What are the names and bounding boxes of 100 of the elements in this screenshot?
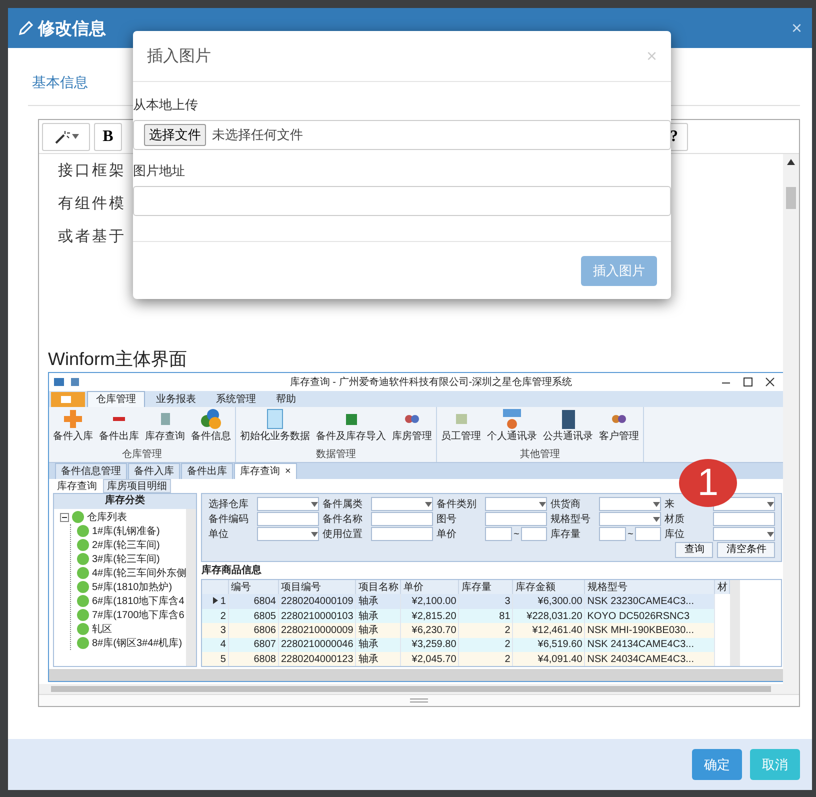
input-field[interactable]	[713, 512, 776, 526]
column-header[interactable]: 库存量	[458, 580, 513, 594]
dropdown-arrow-icon	[311, 502, 318, 507]
plus-icon	[64, 410, 82, 428]
spreadsheet-icon	[346, 414, 356, 425]
collapse-icon[interactable]	[60, 512, 69, 522]
document-tab[interactable]: 备件出库	[181, 463, 233, 480]
app-menu-button[interactable]	[51, 392, 85, 408]
ribbon-button[interactable]: 客户管理	[599, 430, 639, 444]
file-status-text: 未选择任何文件	[212, 126, 303, 144]
tree-item[interactable]: 8#库(钢区3#4#机库)	[77, 636, 186, 650]
input-field[interactable]	[599, 527, 626, 542]
input-field[interactable]	[371, 512, 434, 526]
ribbon-tab[interactable]: 仓库管理	[87, 391, 145, 408]
scrollbar-thumb[interactable]	[786, 187, 796, 210]
column-header[interactable]: 单价	[400, 580, 459, 594]
input-field[interactable]	[521, 527, 548, 542]
filter-label: 图号	[436, 512, 458, 526]
scrollbar[interactable]	[186, 509, 196, 666]
input-field[interactable]	[257, 512, 320, 526]
section-heading: Winform主体界面	[48, 348, 188, 372]
tree-item[interactable]: 4#库(轮三车间外东侧	[77, 566, 186, 580]
sub-tab[interactable]: 库房项目明细	[103, 479, 171, 494]
column-header[interactable]: 材	[714, 580, 730, 594]
filter-label: 库位	[664, 528, 686, 541]
scrollbar[interactable]	[730, 580, 740, 666]
ribbon-button[interactable]: 个人通讯录	[487, 430, 537, 444]
file-field[interactable]: 选择文件 未选择任何文件	[133, 120, 671, 150]
ribbon-button[interactable]: 备件信息	[191, 430, 231, 444]
contact-card-icon	[503, 409, 521, 430]
people-icon	[612, 415, 626, 424]
column-header[interactable]: 库存金额	[512, 580, 585, 594]
ribbon-button[interactable]: 员工管理	[441, 430, 481, 444]
combo-box[interactable]	[599, 512, 662, 526]
ribbon-tab[interactable]: 帮助	[267, 391, 305, 408]
ribbon-button[interactable]: 公共通讯录	[543, 430, 593, 444]
folder-node-icon	[77, 637, 89, 650]
table-cell: ¥4,091.40	[512, 652, 585, 666]
folder-node-icon	[77, 609, 89, 622]
ribbon-button[interactable]: 库房管理	[392, 430, 432, 444]
ribbon-tab[interactable]: 业务报表	[147, 391, 205, 408]
tree-item[interactable]: 3#库(轮三车间)	[77, 552, 186, 566]
input-field[interactable]	[485, 527, 512, 542]
input-field[interactable]	[485, 512, 548, 526]
scrollbar[interactable]	[49, 669, 783, 682]
combo-box[interactable]	[713, 527, 776, 542]
document-tab[interactable]: 备件信息管理	[55, 463, 127, 480]
document-tab[interactable]: 备件入库	[128, 463, 180, 480]
combo-box[interactable]	[257, 527, 320, 542]
filter-label: 备件名称	[322, 512, 364, 526]
column-header[interactable]: 项目名称	[356, 580, 401, 594]
column-header[interactable]: 编号	[228, 580, 278, 594]
style-dropdown-button[interactable]	[42, 122, 90, 151]
table-cell: 6808	[228, 652, 278, 666]
tree-item[interactable]: 5#库(1810加热炉)	[77, 580, 186, 594]
filter-label: 材质	[664, 512, 686, 526]
resize-handle[interactable]	[39, 694, 799, 706]
filter-label: 单价	[436, 528, 458, 541]
document-tab[interactable]: 库存查询 ×	[234, 463, 297, 480]
combo-box[interactable]	[371, 497, 434, 512]
dropdown-arrow-icon	[72, 134, 78, 140]
combo-box[interactable]	[485, 497, 548, 512]
horizontal-scrollbar[interactable]	[39, 684, 783, 694]
ribbon-tab[interactable]: 系统管理	[207, 391, 265, 408]
input-field[interactable]	[133, 186, 671, 216]
combo-box[interactable]	[599, 497, 662, 512]
sub-tab[interactable]: 库存查询	[53, 479, 101, 494]
tree-item[interactable]: 2#库(轮三车间)	[77, 538, 186, 552]
bold-button[interactable]: B	[94, 122, 122, 151]
table-cell: 轴承	[356, 652, 401, 666]
filter-button[interactable]: 查询	[675, 542, 714, 558]
scroll-up-icon	[787, 159, 795, 166]
folder-node-icon	[77, 539, 89, 552]
tree-item[interactable]: 7#库(1700地下库含6	[77, 608, 186, 622]
scrollbar-thumb[interactable]	[51, 686, 771, 692]
tree-item[interactable]: 轧区	[77, 622, 186, 636]
vertical-scrollbar[interactable]	[783, 154, 799, 694]
column-header[interactable]: 项目编号	[278, 580, 356, 594]
ribbon-button[interactable]: 备件入库	[53, 430, 93, 444]
paragraph: 有组件模	[57, 194, 126, 214]
tab[interactable]: 基本信息	[32, 70, 88, 96]
ribbon-button[interactable]: 备件出库	[99, 430, 139, 444]
notepad-icon	[456, 414, 466, 424]
ribbon-button[interactable]: 初始化业务数据	[240, 430, 310, 444]
input-field[interactable]	[371, 527, 434, 542]
tree-item[interactable]: 1#库(轧钢准备)	[77, 524, 186, 538]
filter-button[interactable]: 清空条件	[717, 542, 776, 558]
ribbon-button[interactable]: 备件及库存导入	[316, 430, 386, 444]
dropdown-arrow-icon	[653, 516, 660, 522]
input-field[interactable]	[635, 527, 662, 542]
ribbon-button[interactable]: 库存查询	[145, 430, 185, 444]
tree-item[interactable]: 仓库列表	[60, 510, 186, 524]
filter-label: 备件类别	[436, 498, 478, 511]
combo-box[interactable]	[257, 497, 320, 512]
choose-file-button[interactable]: 选择文件	[144, 124, 206, 146]
folder-node-icon	[77, 595, 89, 608]
column-header[interactable]: 规格型号	[584, 580, 715, 594]
document-icon	[267, 409, 283, 430]
tree-item[interactable]: 6#库(1810地下库含4	[77, 594, 186, 608]
filter-label: 备件编码	[208, 512, 250, 526]
